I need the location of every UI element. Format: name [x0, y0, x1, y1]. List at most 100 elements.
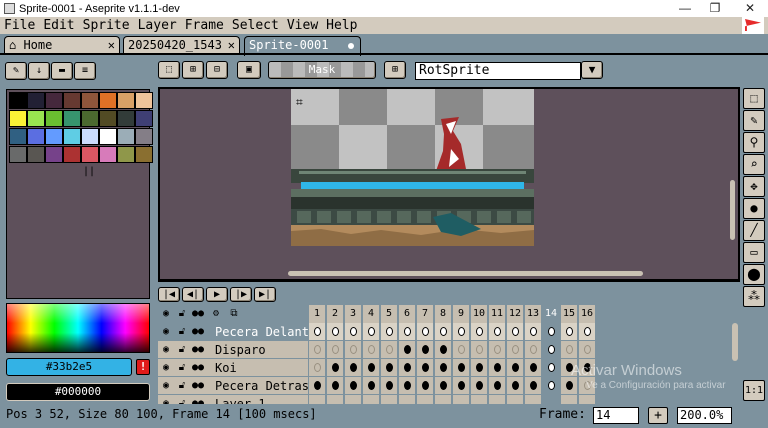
palette-swatch[interactable]: [9, 146, 27, 163]
sprite-canvas[interactable]: ⌗: [291, 89, 534, 246]
cel[interactable]: [399, 323, 416, 341]
edit-palette-button[interactable]: ✎: [5, 62, 27, 80]
close-window-button[interactable]: ✕: [735, 0, 765, 17]
cel[interactable]: [525, 323, 542, 341]
palette-swatch[interactable]: [117, 110, 135, 127]
palette-swatch[interactable]: [99, 92, 117, 109]
cel[interactable]: [327, 323, 344, 341]
frame-number[interactable]: 9: [453, 305, 470, 323]
next-frame-button[interactable]: |▶: [230, 287, 252, 302]
foreground-color-button[interactable]: #33b2e5: [6, 358, 132, 376]
palette-swatch[interactable]: [27, 92, 45, 109]
menu-view[interactable]: View: [283, 17, 322, 34]
pivot-button[interactable]: ⊞: [384, 61, 406, 79]
cel[interactable]: [507, 377, 524, 395]
cel[interactable]: [309, 323, 326, 341]
cel[interactable]: [309, 377, 326, 395]
frame-number[interactable]: 13: [525, 305, 542, 323]
eye-icon[interactable]: ◉: [160, 361, 172, 375]
minimize-button[interactable]: —: [670, 0, 700, 17]
actual-size-button[interactable]: 1:1: [743, 380, 765, 401]
palette-swatch[interactable]: [81, 110, 99, 127]
lock-icon[interactable]: 🔓︎: [176, 343, 188, 357]
cel[interactable]: [399, 359, 416, 377]
timeline-vscroll[interactable]: [732, 323, 738, 361]
cel[interactable]: [381, 323, 398, 341]
add-frame-button[interactable]: +: [648, 407, 668, 424]
cel[interactable]: [471, 323, 488, 341]
cel[interactable]: [381, 341, 398, 359]
palette-swatch[interactable]: [9, 92, 27, 109]
add-selection-button[interactable]: ⊞: [182, 61, 204, 79]
cel[interactable]: [471, 359, 488, 377]
move-tool[interactable]: ✥: [743, 176, 765, 197]
palette-swatch[interactable]: [81, 146, 99, 163]
fill-tool[interactable]: ●: [743, 198, 765, 219]
continuous-icon[interactable]: ●●: [192, 343, 204, 357]
eye-icon[interactable]: ◉: [160, 343, 172, 357]
palette-swatch[interactable]: [135, 128, 153, 145]
cel[interactable]: [453, 323, 470, 341]
cel[interactable]: [363, 359, 380, 377]
cel[interactable]: [579, 323, 596, 341]
palette-swatch[interactable]: [63, 92, 81, 109]
cel[interactable]: [543, 359, 560, 377]
tab-20250420[interactable]: 20250420_1543 ✕: [123, 36, 240, 54]
palette-swatch[interactable]: [81, 128, 99, 145]
cel[interactable]: [579, 341, 596, 359]
sort-palette-button[interactable]: ↓: [28, 62, 50, 80]
cel[interactable]: [435, 377, 452, 395]
palette-swatch[interactable]: [99, 110, 117, 127]
frame-number[interactable]: 16: [579, 305, 596, 323]
cel[interactable]: [543, 323, 560, 341]
cel[interactable]: [435, 341, 452, 359]
menu-frame[interactable]: Frame: [181, 17, 228, 34]
presets-palette-button[interactable]: ▬: [51, 62, 73, 80]
zoom-tool[interactable]: ⌕: [743, 154, 765, 175]
lock-icon[interactable]: 🔓︎: [176, 361, 188, 375]
palette-swatch[interactable]: [27, 146, 45, 163]
pencil-tool[interactable]: ✎: [743, 110, 765, 131]
frame-number[interactable]: 8: [435, 305, 452, 323]
cel[interactable]: [345, 341, 362, 359]
warning-icon[interactable]: !: [136, 359, 150, 375]
cel[interactable]: [435, 359, 452, 377]
gear-icon[interactable]: ⚙: [210, 307, 222, 321]
menu-select[interactable]: Select: [228, 17, 283, 34]
cel[interactable]: [363, 323, 380, 341]
frame-number[interactable]: 15: [561, 305, 578, 323]
cel[interactable]: [417, 323, 434, 341]
menu-layer[interactable]: Layer: [134, 17, 181, 34]
rotation-algorithm-select[interactable]: RotSprite: [415, 62, 581, 80]
palette-swatch[interactable]: [45, 92, 63, 109]
cel[interactable]: [507, 341, 524, 359]
tab-home-close-icon[interactable]: ✕: [108, 37, 115, 53]
cel[interactable]: [489, 341, 506, 359]
spray-tool[interactable]: ⁂: [743, 286, 765, 307]
layer-row[interactable]: ◉ 🔓︎ ●● Disparo: [158, 341, 308, 359]
eye-icon[interactable]: ◉: [160, 325, 172, 339]
cel[interactable]: [309, 359, 326, 377]
cel[interactable]: [381, 359, 398, 377]
palette-swatch[interactable]: [45, 128, 63, 145]
subtract-selection-button[interactable]: ⊟: [206, 61, 228, 79]
cel[interactable]: [327, 359, 344, 377]
palette-swatch[interactable]: [45, 110, 63, 127]
menu-sprite[interactable]: Sprite: [79, 17, 134, 34]
palette-swatch[interactable]: [135, 110, 153, 127]
play-button[interactable]: ▶: [206, 287, 228, 302]
eyedropper-tool[interactable]: ⚲: [743, 132, 765, 153]
cel[interactable]: [561, 377, 578, 395]
marquee-tool[interactable]: ⬚: [743, 88, 765, 109]
palette-swatch[interactable]: [117, 92, 135, 109]
replace-selection-button[interactable]: ⬚: [158, 61, 180, 79]
frame-number[interactable]: 7: [417, 305, 434, 323]
layer-row[interactable]: ◉ 🔓︎ ●● Koi: [158, 359, 308, 377]
frame-number[interactable]: 4: [363, 305, 380, 323]
frame-number[interactable]: 5: [381, 305, 398, 323]
palette-swatch[interactable]: [27, 128, 45, 145]
frame-number[interactable]: 3: [345, 305, 362, 323]
palette-swatch[interactable]: [135, 146, 153, 163]
lock-icon[interactable]: 🔓︎: [176, 379, 188, 393]
cel[interactable]: [561, 323, 578, 341]
